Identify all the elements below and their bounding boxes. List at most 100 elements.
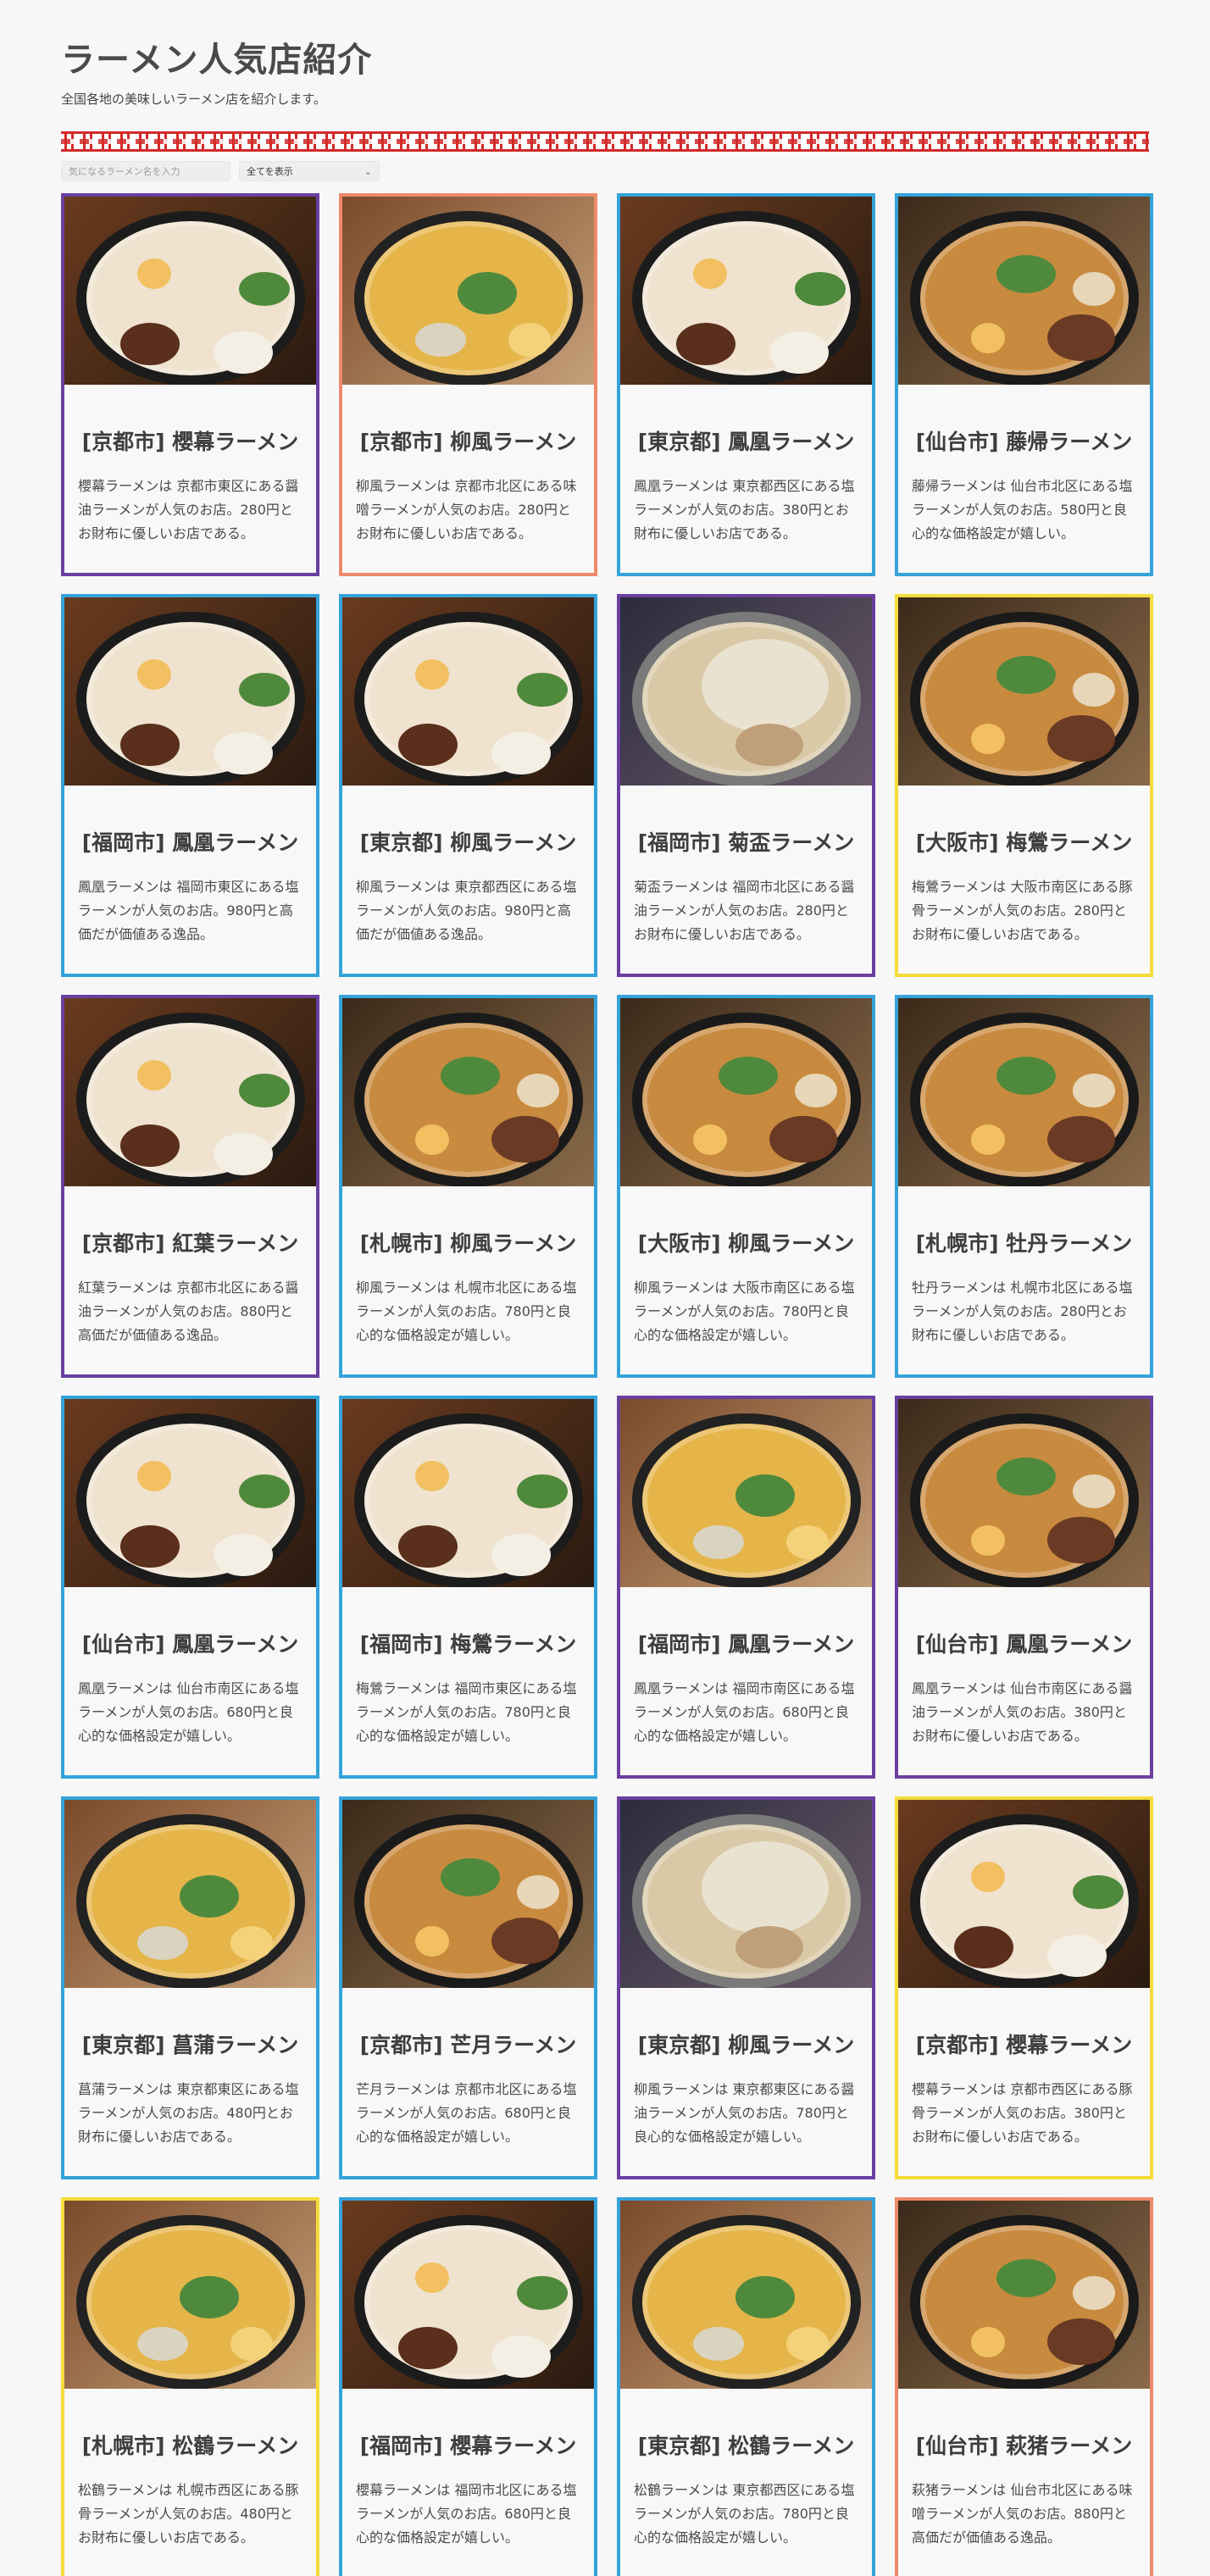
shop-card-title: [福岡市] 菊盃ラーメン bbox=[637, 830, 855, 855]
shop-card-description: 梅鶯ラーメンは 福岡市東区にある塩ラーメンが人気のお店。780円と良心的な価格設… bbox=[356, 1680, 577, 1744]
shop-card-title: [東京都] 柳風ラーメン bbox=[359, 830, 577, 855]
ramen-photo bbox=[898, 998, 1150, 1186]
ramen-bowl-image bbox=[631, 1413, 861, 1587]
shop-card[interactable]: [東京都] 柳風ラーメン柳風ラーメンは 東京都西区にある塩ラーメンが人気のお店。… bbox=[339, 594, 597, 977]
ramen-topping bbox=[735, 1925, 803, 1968]
shop-card[interactable]: [仙台市] 鳳凰ラーメン 鳳凰ラーメンは 仙台市南区にある塩ラーメンが人気のお店。… bbox=[61, 1396, 319, 1779]
shop-card-description: 鳳凰ラーメンは 仙台市南区にある醤油ラーメンが人気のお店。380円とお財布に優し… bbox=[912, 1680, 1133, 1744]
shop-card[interactable]: [京都市] 柳風ラーメン 柳風ラーメンは 京都市北区にある味噌ラーメンが人気のお店… bbox=[339, 193, 597, 576]
ramen-bowl-image bbox=[75, 210, 305, 385]
ramen-bowl-image bbox=[75, 1012, 305, 1186]
ramen-topping bbox=[136, 2326, 188, 2361]
ramen-topping bbox=[119, 1524, 180, 1568]
shop-card[interactable]: [京都市] 紅葉ラーメン 紅葉ラーメンは 京都市北区にある醤油ラーメンが人気のお店… bbox=[61, 995, 319, 1378]
shop-card[interactable]: [東京都] 菖蒲ラーメン 菖蒲ラーメンは 東京都東区にある塩ラーメンが人気のお店。… bbox=[61, 1796, 319, 2179]
ramen-topping bbox=[1046, 2318, 1115, 2365]
page-subtitle: 全国各地の美味しいラーメン店を紹介します。 bbox=[61, 92, 326, 107]
shop-card[interactable]: [札幌市] 松鶴ラーメン 松鶴ラーメンは 札幌市西区にある豚骨ラーメンが人気のお店… bbox=[61, 2197, 319, 2576]
filter-controls: 全てを表示 ⌄ bbox=[61, 161, 380, 181]
shop-card[interactable]: [福岡市] 鳳凰ラーメン 鳳凰ラーメンは 福岡市南区にある塩ラーメンが人気のお店。… bbox=[617, 1396, 875, 1779]
ramen-bowl-image bbox=[75, 2214, 305, 2389]
ramen-topping bbox=[179, 2275, 239, 2318]
ramen-topping bbox=[1046, 1115, 1115, 1163]
ramen-bowl-image bbox=[631, 611, 861, 786]
shop-card-description: 柳風ラーメンは 大阪市南区にある塩ラーメンが人気のお店。780円と良心的な価格設… bbox=[634, 1280, 855, 1343]
ramen-topping bbox=[136, 1059, 171, 1091]
shop-card[interactable]: [福岡市] 菊盃ラーメン菊盃ラーメンは 福岡市北区にある醤油ラーメンが人気のお店… bbox=[617, 594, 875, 977]
shop-card-description: 櫻幕ラーメンは 福岡市北区にある塩ラーメンが人気のお店。680円と良心的な価格設… bbox=[356, 2482, 577, 2545]
shop-card-title: [東京都] 柳風ラーメン bbox=[637, 2033, 855, 2057]
ramen-bowl-image bbox=[909, 1813, 1139, 1988]
ramen-topping bbox=[230, 2326, 273, 2361]
shop-card[interactable]: [東京都] 柳風ラーメン 柳風ラーメンは 東京都東区にある醤油ラーメンが人気のお店… bbox=[617, 1796, 875, 2179]
shop-card[interactable]: [札幌市] 柳風ラーメン 柳風ラーメンは 札幌市北区にある塩ラーメンが人気のお店。… bbox=[339, 995, 597, 1378]
chevron-down-icon: ⌄ bbox=[364, 165, 372, 177]
ramen-bowl-image bbox=[353, 1413, 583, 1587]
ramen-bowl-image bbox=[353, 611, 583, 786]
ramen-topping bbox=[701, 1840, 829, 1935]
shop-card[interactable]: [札幌市] 牡丹ラーメン 牡丹ラーメンは 札幌市北区にある塩ラーメンが人気のお店。… bbox=[895, 995, 1153, 1378]
ramen-topping bbox=[491, 1917, 559, 1964]
shop-card[interactable]: [大阪市] 柳風ラーメン 柳風ラーメンは 大阪市南区にある塩ラーメンが人気のお店。… bbox=[617, 995, 875, 1378]
ramen-topping bbox=[213, 1132, 273, 1175]
shop-card-title: [東京都] 松鶴ラーメン bbox=[637, 2434, 855, 2458]
shop-card-title: [大阪市] 梅鶯ラーメン bbox=[915, 830, 1133, 855]
ramen-topping bbox=[516, 1073, 559, 1108]
ramen-topping bbox=[970, 1124, 1005, 1155]
ramen-bowl-image bbox=[75, 611, 305, 786]
category-select[interactable]: 全てを表示 ⌄ bbox=[239, 161, 380, 181]
ramen-topping bbox=[735, 2275, 795, 2318]
shop-card-title: [仙台市] 鳳凰ラーメン bbox=[915, 1632, 1133, 1657]
ramen-photo bbox=[64, 2201, 316, 2389]
ramen-topping bbox=[414, 1925, 449, 1957]
ramen-topping bbox=[516, 1474, 568, 1508]
ramen-topping bbox=[735, 723, 803, 766]
ramen-bowl-image bbox=[909, 2214, 1139, 2389]
ramen-photo bbox=[342, 1399, 594, 1587]
ramen-bowl-image bbox=[353, 2214, 583, 2389]
ramen-photo bbox=[342, 2201, 594, 2389]
ramen-topping bbox=[414, 658, 449, 690]
shop-card[interactable]: [仙台市] 鳳凰ラーメン鳳凰ラーメンは 仙台市南区にある醤油ラーメンが人気のお店… bbox=[895, 1396, 1153, 1779]
ramen-bowl-image bbox=[75, 1413, 305, 1587]
ramen-topping bbox=[397, 2326, 458, 2369]
shop-card[interactable]: [京都市] 櫻幕ラーメン 櫻幕ラーメンは 京都市東区にある醤油ラーメンが人気のお店… bbox=[61, 193, 319, 576]
ramen-bowl-image bbox=[909, 611, 1139, 786]
shop-card[interactable]: [福岡市] 梅鶯ラーメン 梅鶯ラーメンは 福岡市東区にある塩ラーメンが人気のお店。… bbox=[339, 1396, 597, 1779]
ramen-topping bbox=[970, 1861, 1005, 1892]
ramen-topping bbox=[735, 1474, 795, 1517]
shop-card[interactable]: [福岡市] 鳳凰ラーメン 鳳凰ラーメンは 福岡市東区にある塩ラーメンが人気のお店。… bbox=[61, 594, 319, 977]
shop-card-description: 菊盃ラーメンは 福岡市北区にある醤油ラーメンが人気のお店。280円とお財布に優し… bbox=[634, 879, 855, 942]
shop-card[interactable]: [東京都] 松鶴ラーメン 松鶴ラーメンは 東京都西区にある塩ラーメンが人気のお店。… bbox=[617, 2197, 875, 2576]
decorative-pattern-band bbox=[61, 131, 1149, 152]
shop-card-title: [札幌市] 柳風ラーメン bbox=[359, 1231, 577, 1256]
shop-card-description: 鳳凰ラーメンは 仙台市南区にある塩ラーメンが人気のお店。680円と良心的な価格設… bbox=[78, 1680, 299, 1744]
ramen-bowl-image bbox=[909, 210, 1139, 385]
shop-card-title: [福岡市] 鳳凰ラーメン bbox=[637, 1632, 855, 1657]
ramen-photo bbox=[64, 1800, 316, 1988]
shop-card[interactable]: [大阪市] 梅鶯ラーメン 梅鶯ラーメンは 大阪市南区にある豚骨ラーメンが人気のお店… bbox=[895, 594, 1153, 977]
ramen-topping bbox=[996, 1457, 1056, 1496]
ramen-topping bbox=[996, 1056, 1056, 1095]
shop-card[interactable]: [仙台市] 萩猪ラーメン 萩猪ラーメンは 仙台市北区にある味噌ラーメンが人気のお店… bbox=[895, 2197, 1153, 2576]
shop-card-title: [札幌市] 牡丹ラーメン bbox=[915, 1231, 1133, 1256]
ramen-photo bbox=[64, 197, 316, 385]
shop-card-description: 柳風ラーメンは 東京都西区にある塩ラーメンが人気のお店。980円と高価だが価値あ… bbox=[356, 879, 577, 942]
shop-card[interactable]: [京都市] 櫻幕ラーメン 櫻幕ラーメンは 京都市西区にある豚骨ラーメンが人気のお店… bbox=[895, 1796, 1153, 2179]
shop-card[interactable]: [東京都] 鳳凰ラーメン 鳳凰ラーメンは 東京都西区にある塩ラーメンが人気のお店。… bbox=[617, 193, 875, 576]
shop-card[interactable]: [福岡市] 櫻幕ラーメン 櫻幕ラーメンは 福岡市北区にある塩ラーメンが人気のお店。… bbox=[339, 2197, 597, 2576]
ramen-topping bbox=[953, 1925, 1013, 1968]
ramen-photo bbox=[898, 597, 1150, 786]
shop-card-description: 鳳凰ラーメンは 福岡市東区にある塩ラーメンが人気のお店。980円と高価だが価値あ… bbox=[78, 879, 299, 942]
ramen-topping bbox=[970, 322, 1005, 353]
ramen-topping bbox=[1046, 1516, 1115, 1563]
ramen-topping bbox=[491, 1533, 551, 1576]
ramen-topping bbox=[675, 322, 735, 365]
shop-card[interactable]: [京都市] 芒月ラーメン 芒月ラーメンは 京都市北区にある塩ラーメンが人気のお店。… bbox=[339, 1796, 597, 2179]
shop-card[interactable]: [仙台市] 藤帰ラーメン 藤帰ラーメンは 仙台市北区にある塩ラーメンが人気のお店。… bbox=[895, 193, 1153, 576]
search-input[interactable] bbox=[61, 161, 230, 181]
ramen-topping bbox=[136, 1460, 171, 1491]
ramen-topping bbox=[179, 1874, 239, 1918]
category-select-value: 全てを表示 bbox=[247, 166, 293, 177]
page-title: ラーメン人気店紹介 bbox=[61, 41, 373, 80]
